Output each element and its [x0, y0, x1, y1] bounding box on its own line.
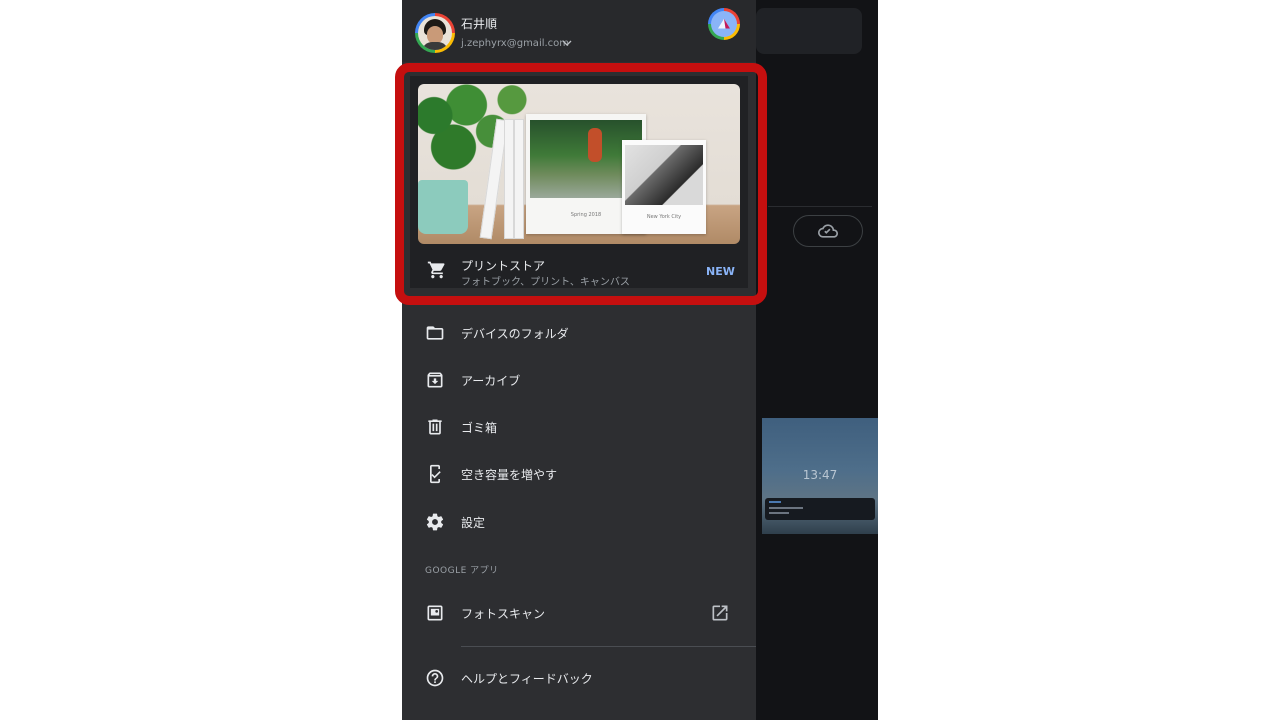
- help-divider: [461, 646, 756, 647]
- menu-item-label: デバイスのフォルダ: [461, 327, 569, 341]
- menu-item-photoscan[interactable]: フォトスキャン: [402, 591, 756, 635]
- account-email[interactable]: j.zephyrx@gmail.com: [461, 38, 569, 49]
- account-name: 石井順: [461, 17, 498, 31]
- free-up-space-icon: [425, 464, 445, 484]
- thumbnail-notification: [765, 498, 875, 520]
- menu-item-trash[interactable]: ゴミ箱: [402, 405, 756, 449]
- thumbnail-time: 13:47: [802, 468, 838, 482]
- backup-status-avatar[interactable]: [708, 8, 740, 40]
- background-photo-thumbnail: 13:47: [762, 418, 878, 534]
- background-divider: [768, 206, 872, 207]
- google-apps-section-label: GOOGLE アプリ: [425, 566, 499, 576]
- menu-item-archive[interactable]: アーカイブ: [402, 358, 756, 402]
- open-external-icon[interactable]: [710, 603, 730, 623]
- menu-item-settings[interactable]: 設定: [402, 500, 756, 544]
- highlight-annotation-frame: [395, 63, 767, 305]
- menu-item-label: 空き容量を増やす: [461, 468, 558, 482]
- background-backup-button: [793, 215, 863, 247]
- account-header: 石井順 j.zephyrx@gmail.com: [402, 0, 756, 62]
- archive-icon: [425, 370, 445, 390]
- menu-item-label: アーカイブ: [461, 374, 521, 388]
- avatar[interactable]: [415, 13, 455, 53]
- background-search-bar: [756, 8, 862, 54]
- menu-item-help-feedback[interactable]: ヘルプとフィードバック: [402, 656, 756, 700]
- menu-item-device-folders[interactable]: デバイスのフォルダ: [402, 311, 756, 355]
- settings-icon: [425, 512, 445, 532]
- photoscan-icon: [425, 603, 445, 623]
- menu-item-label: 設定: [461, 516, 486, 530]
- menu-item-label: ゴミ箱: [461, 421, 498, 435]
- help-icon: [425, 668, 445, 688]
- menu-item-label: ヘルプとフィードバック: [461, 672, 593, 686]
- cloud-done-icon: [818, 224, 838, 238]
- chevron-down-icon[interactable]: [562, 39, 572, 47]
- backup-avatar-icon: [711, 11, 737, 37]
- menu-item-free-up-space[interactable]: 空き容量を増やす: [402, 452, 756, 496]
- menu-item-label: フォトスキャン: [461, 607, 546, 621]
- folder-icon: [425, 323, 445, 343]
- trash-icon: [425, 417, 445, 437]
